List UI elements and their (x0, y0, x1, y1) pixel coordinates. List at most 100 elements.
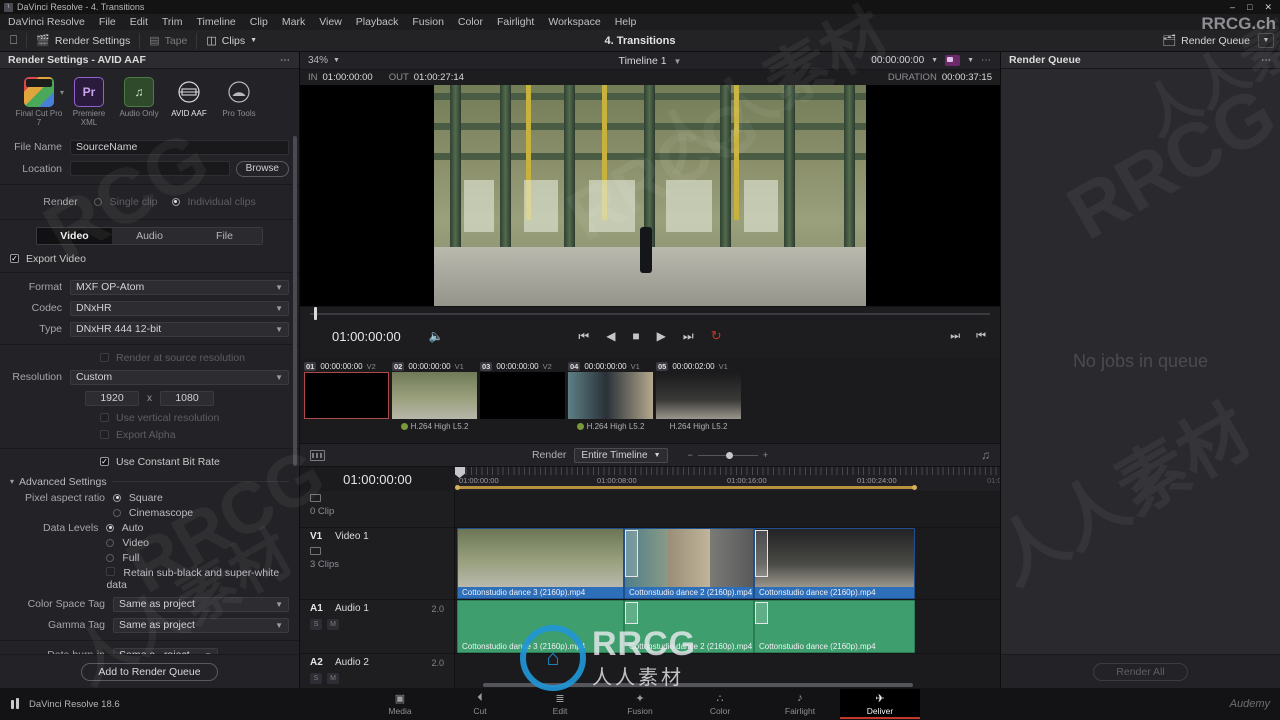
panel-toggle-button[interactable]: ▼ (1258, 33, 1274, 48)
render-range-indicator[interactable] (455, 484, 917, 490)
audio-clip[interactable]: Cottonstudio dance 3 (2160p).mp4 (457, 600, 624, 653)
preset-premiere-xml[interactable]: Pr Premiere XML (64, 77, 114, 128)
video-clip[interactable]: Cottonstudio dance 3 (2160p).mp4 (457, 528, 624, 599)
transition-marker[interactable] (625, 530, 638, 577)
add-to-render-queue-button[interactable]: Add to Render Queue (81, 662, 218, 681)
data-levels-full-option[interactable]: Full (106, 552, 289, 564)
transition-marker[interactable] (625, 602, 638, 624)
jump-to-start-icon[interactable]: ⏮ (578, 329, 589, 344)
audio-clip[interactable]: Cottonstudio dance 2 (2160p).mp4 (624, 600, 754, 653)
menu-item-trim[interactable]: Trim (155, 14, 190, 30)
clip-thumbnail[interactable]: 01 00:00:00:00 V2 (304, 361, 389, 431)
constant-bitrate-row[interactable]: ✓ Use Constant Bit Rate (0, 456, 299, 468)
settings-scrollbar[interactable] (293, 135, 297, 466)
menu-item-file[interactable]: File (92, 14, 123, 30)
tape-button[interactable]: ▤ Tape (149, 34, 187, 48)
timeline-horizontal-scrollbar[interactable] (483, 683, 913, 687)
clip-thumbnail[interactable]: 05 00:00:02:00 V1 H.264 High L5.2 (656, 361, 741, 431)
menu-item-mark[interactable]: Mark (275, 14, 312, 30)
menu-item-color[interactable]: Color (451, 14, 490, 30)
page-color[interactable]: ∴ Color (680, 689, 760, 719)
menu-item-fairlight[interactable]: Fairlight (490, 14, 541, 30)
pixel-aspect-cinemascope-option[interactable]: Cinemascope (113, 507, 193, 519)
menu-item-timeline[interactable]: Timeline (189, 14, 242, 30)
render-individual-clips-option[interactable]: Individual clips (171, 196, 256, 208)
lane-subtitle[interactable] (455, 491, 1000, 528)
location-input[interactable] (70, 161, 230, 177)
clip-thumbnail[interactable]: 02 00:00:00:00 V1 H.264 High L5.2 (392, 361, 477, 431)
video-viewer[interactable] (300, 85, 1000, 306)
track-header-subtitle[interactable]: 0 Clip (300, 491, 454, 528)
clips-button[interactable]: ◫ Clips ▼ (206, 34, 257, 48)
render-settings-button[interactable]: 🎬 Render Settings (36, 34, 130, 48)
menu-item-help[interactable]: Help (608, 14, 644, 30)
loop-icon[interactable]: ↻ (711, 328, 722, 344)
gamma-select[interactable]: Same as project ▼ (113, 617, 289, 633)
out-value[interactable]: 01:00:27:14 (414, 72, 464, 83)
scrubber-handle[interactable] (314, 307, 317, 320)
video-track-icon[interactable] (310, 547, 321, 555)
jump-to-end-icon[interactable]: ⏭ (683, 329, 694, 344)
page-edit[interactable]: ≣ Edit (520, 689, 600, 719)
render-queue-button[interactable]: 🗂 Render Queue (1162, 34, 1250, 48)
page-deliver[interactable]: ✈ Deliver (840, 689, 920, 719)
maximize-button[interactable]: □ (1247, 2, 1252, 12)
track-header-audio-1[interactable]: A1 Audio 1 2.0 S M (300, 600, 454, 654)
preset-avid-aaf[interactable]: AVID AAF (164, 77, 214, 119)
preset-audio-only[interactable]: ♫ Audio Only (114, 77, 164, 119)
page-fusion[interactable]: ✦ Fusion (600, 689, 680, 719)
tab-file[interactable]: File (187, 227, 262, 244)
export-video-row[interactable]: ✓ Export Video (0, 253, 299, 265)
tab-video[interactable]: Video (37, 227, 112, 244)
step-back-icon[interactable]: ◀ (606, 329, 615, 343)
color-space-select[interactable]: Same as project ▼ (113, 596, 289, 612)
menu-item-workspace[interactable]: Workspace (541, 14, 607, 30)
retain-subblack-option[interactable]: Retain sub-black and super-white data (106, 566, 289, 591)
data-levels-video-option[interactable]: Video (106, 537, 289, 549)
timeline-ruler[interactable]: 01:00:00:00 01:00:08:00 01:00:16:00 01:0… (455, 467, 1000, 491)
menu-item-edit[interactable]: Edit (123, 14, 155, 30)
browse-button[interactable]: Browse (235, 160, 289, 177)
track-clips-area[interactable]: Cottonstudio dance 3 (2160p).mp4 Cottons… (455, 491, 1000, 688)
export-alpha-row[interactable]: Export Alpha (0, 429, 299, 441)
lane-video-1[interactable]: Cottonstudio dance 3 (2160p).mp4 Cottons… (455, 528, 1000, 600)
play-icon[interactable]: ▶ (657, 329, 666, 343)
transition-marker[interactable] (755, 530, 768, 577)
close-button[interactable]: ✕ (1264, 2, 1272, 12)
zoom-slider-handle[interactable] (725, 451, 733, 459)
codec-select[interactable]: DNxHR ▼ (70, 300, 289, 316)
video-clip[interactable]: Cottonstudio dance 2 (2160p).mp4 (624, 528, 754, 599)
transition-marker[interactable] (755, 602, 768, 624)
data-burnin-select[interactable]: Same a...roject ▼ (113, 647, 218, 654)
type-select[interactable]: DNxHR 444 12-bit ▼ (70, 321, 289, 337)
lane-audio-1[interactable]: Cottonstudio dance 3 (2160p).mp4 Cottons… (455, 600, 1000, 654)
scrubber-track[interactable] (310, 307, 990, 320)
zoom-out-button[interactable]: − (688, 450, 693, 460)
stop-icon[interactable]: ■ (632, 329, 639, 343)
monitor-icon[interactable]: ⎕ (10, 33, 17, 48)
render-range-select[interactable]: Entire Timeline ▼ (574, 447, 668, 463)
menu-item-davinci-resolve[interactable]: DaVinci Resolve (6, 14, 92, 30)
solo-button[interactable]: S (310, 619, 322, 630)
render-settings-scroll[interactable]: File Name SourceName Location Browse Ren… (0, 134, 299, 654)
page-fairlight[interactable]: ♪ Fairlight (760, 689, 840, 719)
panel-options-icon[interactable]: ⋯ (280, 55, 291, 66)
render-single-clip-option[interactable]: Single clip (93, 196, 158, 208)
pixel-aspect-square-option[interactable]: Square (113, 492, 193, 504)
tab-audio[interactable]: Audio (112, 227, 187, 244)
use-vertical-row[interactable]: Use vertical resolution (0, 412, 299, 424)
audio-clip[interactable]: Cottonstudio dance (2160p).mp4 (754, 600, 915, 653)
preset-pro-tools[interactable]: Pro Tools (214, 77, 264, 119)
zoom-slider[interactable] (697, 451, 758, 459)
render-queue-options-icon[interactable]: ⋯ (1261, 55, 1272, 66)
menu-item-playback[interactable]: Playback (349, 14, 406, 30)
clip-thumbnail[interactable]: 04 00:00:00:00 V1 H.264 High L5.2 (568, 361, 653, 431)
clip-thumbnail[interactable]: 03 00:00:00:00 V2 (480, 361, 565, 431)
video-clip[interactable]: Cottonstudio dance (2160p).mp4 (754, 528, 915, 599)
camera-icon[interactable] (945, 55, 961, 66)
timeline-selector[interactable]: Timeline 1 ▼ (300, 55, 1000, 67)
minimize-button[interactable]: – (1230, 2, 1235, 12)
resolution-select[interactable]: Custom ▼ (70, 369, 289, 385)
menu-item-view[interactable]: View (312, 14, 349, 30)
render-all-button[interactable]: Render All (1093, 662, 1188, 681)
